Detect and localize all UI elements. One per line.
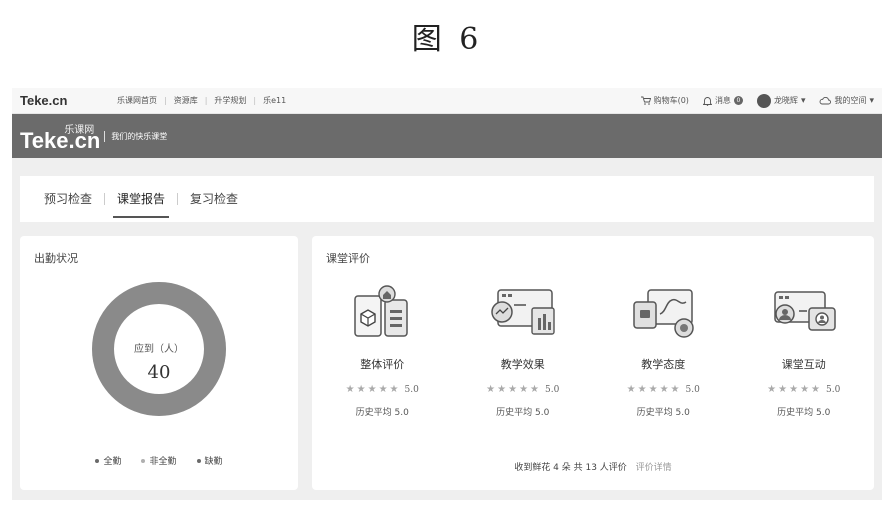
evaluation-item-name: 教学效果 [500, 358, 545, 371]
history-average: 历史平均 5.0 [355, 408, 409, 418]
attendance-legend: 全勤 非全勤 缺勤 [20, 454, 298, 467]
evaluation-summary: 收到鲜花 4 朵 共 13 人评价 评价详情 [312, 460, 874, 473]
legend-item-partial: 非全勤 [141, 454, 177, 467]
figure-caption: 图 6 [411, 22, 483, 57]
rating-score: 5.0 [545, 384, 560, 395]
donut-center-label: 应到（人） [134, 344, 184, 355]
teaching-attitude-icon [633, 289, 694, 338]
header-band: Teke.cn 乐课网 我们的快乐课堂 [12, 114, 882, 158]
top-right-actions: 购物车(0) 消息 0 龙晓辉 ▾ 我的空间 ▾ [640, 93, 874, 108]
star-icon: ★ [800, 384, 812, 395]
my-space-menu[interactable]: 我的空间 ▾ [819, 95, 874, 106]
history-average: 历史平均 5.0 [777, 408, 831, 418]
mini-logo[interactable]: Teke.cn [20, 93, 110, 108]
cloud-icon [820, 96, 832, 105]
top-utility-bar: Teke.cn 乐课网首页 | 资源库 | 升学规划 | 乐e11 购物车(0) 消息… [12, 88, 882, 114]
star-icon: ★ [519, 384, 531, 395]
rating-score: 5.0 [826, 384, 841, 395]
nav-item-planning[interactable]: 升学规划 [207, 95, 253, 106]
nav-item-resources[interactable]: 资源库 [167, 95, 205, 106]
star-icon: ★ [508, 384, 520, 395]
avatar [756, 93, 771, 108]
cart-button[interactable]: 购物车(0) [640, 95, 689, 106]
site-logo[interactable]: Teke.cn 乐课网 [20, 121, 100, 152]
legend-dot [95, 458, 100, 463]
chevron-down-icon: ▾ [800, 95, 806, 106]
star-icon: ★ [486, 384, 498, 395]
star-icon: ★ [530, 384, 541, 395]
star-icon: ★ [659, 384, 671, 395]
star-icon: ★ [367, 384, 379, 395]
overall-evaluation-icon [354, 285, 408, 337]
star-icon: ★ [389, 384, 401, 395]
cart-label: 购物车(0) [653, 96, 689, 105]
donut-center-value: 40 [147, 362, 171, 383]
star-icon: ★ [789, 384, 801, 395]
bell-icon [702, 96, 712, 106]
star-rating: ★ ★ ★ ★ ★ 5.0 [346, 384, 419, 395]
evaluation-title: 课堂评价 [326, 252, 370, 265]
attendance-card: 出勤状况 应到（人） 40 全勤 非全勤 缺勤 [20, 236, 298, 490]
history-average: 历史平均 5.0 [636, 408, 690, 418]
user-name: 龙晓辉 [773, 96, 798, 105]
evaluation-item-effect: 教学效果 ★ ★ ★ ★ ★ 5.0 历史平均 5.0 [453, 284, 594, 418]
top-nav: 乐课网首页 | 资源库 | 升学规划 | 乐e11 [110, 95, 293, 106]
star-rating: ★ ★ ★ ★ ★ 5.0 [486, 384, 559, 395]
teaching-effect-icon [491, 289, 555, 335]
tab-review-check[interactable]: 复习检查 [178, 176, 250, 222]
evaluation-item-overall: 整体评价 ★ ★ ★ ★ ★ 5.0 历史平均 5.0 [312, 284, 453, 418]
cart-icon [640, 96, 651, 105]
user-menu[interactable]: 龙晓辉 ▾ [756, 93, 806, 108]
evaluation-item-attitude: 教学态度 ★ ★ ★ ★ ★ 5.0 历史平均 5.0 [593, 284, 734, 418]
star-icon: ★ [356, 384, 368, 395]
nav-item-le11[interactable]: 乐e11 [256, 95, 293, 106]
nav-item-home[interactable]: 乐课网首页 [110, 95, 164, 106]
legend-label: 非全勤 [149, 457, 177, 467]
screenshot: Teke.cn 乐课网首页 | 资源库 | 升学规划 | 乐e11 购物车(0) 消息… [12, 88, 882, 500]
star-icon: ★ [378, 384, 390, 395]
evaluation-columns: 整体评价 ★ ★ ★ ★ ★ 5.0 历史平均 5.0 教学效果 ★ ★ ★ ★… [312, 284, 874, 418]
legend-item-absent: 缺勤 [196, 454, 223, 467]
legend-item-full: 全勤 [95, 454, 121, 467]
legend-label: 缺勤 [204, 457, 223, 467]
star-icon: ★ [670, 384, 682, 395]
message-label: 消息 [714, 96, 731, 105]
evaluation-item-name: 课堂互动 [781, 358, 826, 371]
tab-preview-check[interactable]: 预习检查 [32, 176, 104, 222]
star-icon: ★ [648, 384, 660, 395]
evaluation-summary-text: 收到鲜花 4 朵 共 13 人评价 [514, 463, 627, 473]
attendance-title: 出勤状况 [34, 252, 78, 265]
legend-dot [141, 458, 146, 463]
star-icon: ★ [637, 384, 649, 395]
star-icon: ★ [778, 384, 790, 395]
star-icon: ★ [626, 384, 638, 395]
star-icon: ★ [345, 384, 357, 395]
history-average: 历史平均 5.0 [496, 408, 550, 418]
message-button[interactable]: 消息 0 [702, 95, 743, 106]
legend-dot [196, 458, 201, 463]
evaluation-details-link[interactable]: 评价详情 [636, 463, 672, 473]
evaluation-item-name: 整体评价 [360, 358, 405, 371]
evaluation-item-interaction: 课堂互动 ★ ★ ★ ★ ★ 5.0 历史平均 5.0 [734, 284, 875, 418]
header-slogan: 我们的快乐课堂 [104, 130, 167, 142]
star-rating: ★ ★ ★ ★ ★ 5.0 [767, 384, 840, 395]
chevron-down-icon: ▾ [869, 95, 874, 106]
star-icon: ★ [497, 384, 509, 395]
report-tabs: 预习检查 课堂报告 复习检查 [20, 176, 874, 222]
class-evaluation-card: 课堂评价 整体评价 ★ ★ ★ ★ ★ 5.0 历史平均 5.0 教学效果 ★ … [312, 236, 874, 490]
star-icon: ★ [811, 384, 822, 395]
my-space-label: 我的空间 [834, 96, 867, 105]
star-rating: ★ ★ ★ ★ ★ 5.0 [627, 384, 700, 395]
tab-class-report[interactable]: 课堂报告 [105, 176, 177, 222]
logo-cn-mark: 乐课网 [64, 124, 95, 136]
message-badge: 0 [733, 96, 743, 105]
rating-score: 5.0 [404, 384, 419, 395]
class-interaction-icon [774, 291, 836, 331]
legend-label: 全勤 [103, 457, 122, 467]
star-icon: ★ [767, 384, 779, 395]
rating-score: 5.0 [685, 384, 700, 395]
evaluation-item-name: 教学态度 [641, 358, 686, 371]
